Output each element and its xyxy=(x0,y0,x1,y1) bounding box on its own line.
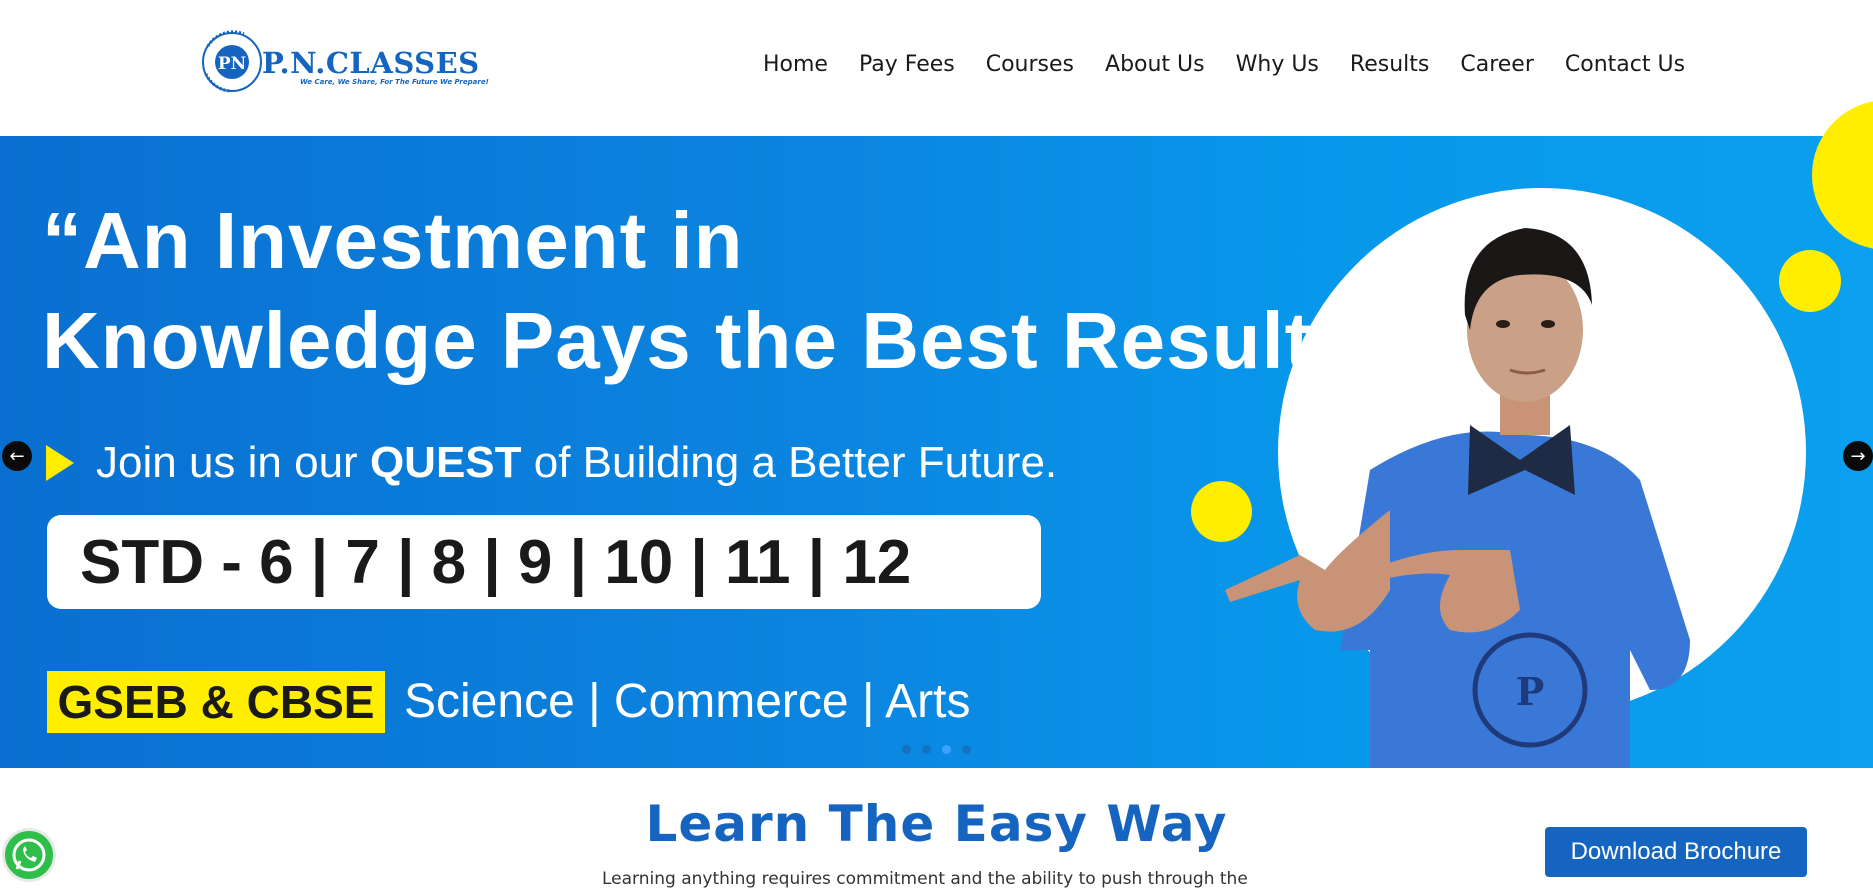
slider-next-button[interactable]: → xyxy=(1843,441,1873,471)
slider-dots xyxy=(902,745,982,754)
headline-line-2: Knowledge Pays the Best Result” xyxy=(42,296,1354,385)
board-badge: GSEB & CBSE xyxy=(47,671,385,733)
site-header: PN P.N.CLASSES We Care, We Share, For Th… xyxy=(0,0,1873,136)
nav-why-us[interactable]: Why Us xyxy=(1236,52,1319,77)
main-nav: Home Pay Fees Courses About Us Why Us Re… xyxy=(763,52,1716,77)
logo-tagline: We Care, We Share, For The Future We Pre… xyxy=(300,78,489,86)
svg-text:PN: PN xyxy=(218,54,246,74)
slider-dot[interactable] xyxy=(902,745,911,754)
logo-text[interactable]: P.N.CLASSES xyxy=(262,46,480,80)
tagline-row: Join us in our QUEST of Building a Bette… xyxy=(46,433,1057,493)
nav-results[interactable]: Results xyxy=(1350,52,1429,77)
yellow-dot-decoration xyxy=(1779,250,1841,312)
nav-career[interactable]: Career xyxy=(1460,52,1534,77)
whatsapp-icon xyxy=(12,838,46,872)
arrow-left-icon: ← xyxy=(9,445,25,467)
nav-about-us[interactable]: About Us xyxy=(1105,52,1205,77)
slider-prev-button[interactable]: ← xyxy=(2,441,32,471)
logo-emblem-icon: PN xyxy=(202,30,262,93)
std-text: STD - 6 | 7 | 8 | 9 | 10 | 11 | 12 xyxy=(80,528,912,597)
hero-tagline: Join us in our QUEST of Building a Bette… xyxy=(96,438,1058,487)
streams-text: Science | Commerce | Arts xyxy=(404,675,971,728)
arrow-right-icon: → xyxy=(1850,445,1866,467)
svg-text:P: P xyxy=(1516,669,1545,714)
play-triangle-icon xyxy=(46,445,74,481)
nav-pay-fees[interactable]: Pay Fees xyxy=(859,52,955,77)
slider-dot[interactable] xyxy=(962,745,971,754)
hero-headline: “An Investment in Knowledge Pays the Bes… xyxy=(42,191,1353,391)
nav-home[interactable]: Home xyxy=(763,52,828,77)
headline-line-1: “An Investment in xyxy=(42,196,744,285)
student-photo: P xyxy=(1225,228,1690,768)
section-subtitle: Learning anything requires commitment an… xyxy=(602,869,1248,889)
nav-courses[interactable]: Courses xyxy=(986,52,1074,77)
nav-contact-us[interactable]: Contact Us xyxy=(1565,52,1685,77)
slider-dot-active[interactable] xyxy=(942,745,951,754)
slider-dot[interactable] xyxy=(922,745,931,754)
board-text: GSEB & CBSE xyxy=(57,676,375,728)
whatsapp-button[interactable] xyxy=(2,828,56,882)
download-brochure-button[interactable]: Download Brochure xyxy=(1545,827,1807,877)
